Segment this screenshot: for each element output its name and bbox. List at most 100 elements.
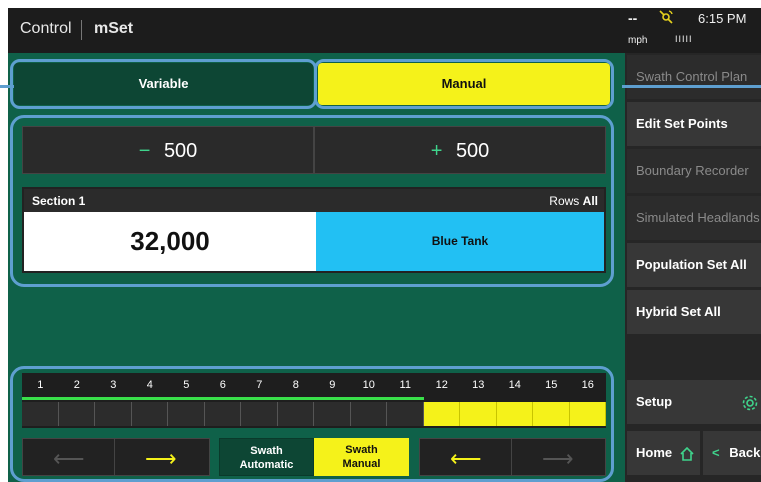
callout-line-right	[622, 85, 761, 88]
section-active-indicator	[350, 397, 387, 400]
swath-automatic-button[interactable]: Swath Automatic	[219, 438, 314, 476]
section-toggle[interactable]	[350, 402, 387, 426]
section-card: Section 1 Rows All 32,000 Blue Tank	[22, 187, 606, 273]
variable-tab[interactable]: Variable	[14, 63, 313, 105]
section-toggle[interactable]	[496, 402, 533, 426]
section-number: 7	[256, 379, 263, 391]
section-toggle[interactable]	[204, 402, 241, 426]
signal-strength: IIIII	[675, 34, 693, 44]
section-number: 5	[183, 379, 190, 391]
section-toggle[interactable]	[387, 402, 424, 426]
back-label: Back	[729, 445, 761, 460]
section-rate-field[interactable]: 32,000	[24, 212, 316, 271]
breadcrumb-divider	[81, 20, 82, 40]
left-arrow-icon: ⟵	[450, 446, 482, 471]
section-number: 10	[362, 379, 375, 391]
swath-manual-line1: Swath	[345, 444, 378, 456]
section-number: 4	[146, 379, 153, 391]
rows-indicator: Rows All	[549, 194, 598, 208]
speed-value: --	[628, 10, 638, 26]
section-number: 16	[581, 379, 594, 391]
shift-left-right-side-button[interactable]: ⟵	[419, 438, 515, 476]
section-active-indicator	[204, 397, 241, 400]
section-number: 11	[399, 379, 411, 391]
shift-left-button[interactable]: ⟵	[22, 438, 118, 476]
section-number: 1	[37, 379, 44, 391]
section-toggle[interactable]	[423, 402, 460, 426]
decrease-amount: 500	[163, 140, 198, 162]
sidebar-item-simulated-headlands[interactable]: Simulated Headlands	[627, 196, 761, 240]
section-toggle[interactable]	[58, 402, 95, 426]
increase-amount: 500	[455, 140, 490, 162]
setup-label: Setup	[636, 394, 673, 409]
section-number: 8	[292, 379, 299, 391]
main-panel: Variable Manual − 500 + 500 Section 1 Ro…	[8, 53, 625, 482]
section-active-indicator	[95, 397, 132, 400]
plus-icon: +	[430, 140, 443, 162]
speed-unit: mph	[628, 35, 648, 46]
section-toggle[interactable]	[95, 402, 132, 426]
manual-tab[interactable]: Manual	[318, 63, 610, 105]
section-number: 9	[329, 379, 336, 391]
section-number: 2	[73, 379, 80, 391]
section-toggle[interactable]	[569, 402, 606, 426]
shift-right-right-side-button[interactable]: ⟶	[511, 438, 606, 476]
home-icon	[680, 445, 694, 461]
swath-automatic-line1: Swath	[250, 445, 283, 457]
setup-button[interactable]: Setup	[627, 380, 761, 424]
section-toggle[interactable]	[131, 402, 168, 426]
sidebar-item-boundary-recorder[interactable]: Boundary Recorder	[627, 149, 761, 193]
section-active-indicator	[58, 397, 95, 400]
gear-icon	[741, 380, 759, 424]
section-active-indicator	[168, 397, 205, 400]
breadcrumb-control[interactable]: Control	[20, 20, 72, 38]
callout-line-left	[0, 85, 14, 88]
section-toggle[interactable]	[460, 402, 497, 426]
section-number: 6	[219, 379, 226, 391]
product-tank-button[interactable]: Blue Tank	[316, 212, 604, 271]
left-arrow-icon: ⟵	[53, 446, 85, 471]
satellite-icon	[658, 9, 674, 30]
swath-automatic-line2: Automatic	[239, 459, 294, 471]
section-toggle[interactable]	[168, 402, 205, 426]
right-sidebar: Swath Control Plan Edit Set Points Bound…	[625, 53, 761, 482]
section-toggle[interactable]	[22, 402, 59, 426]
shift-right-button[interactable]: ⟶	[114, 438, 210, 476]
section-name: Section 1	[32, 194, 86, 208]
decrease-rate-button[interactable]: − 500	[22, 126, 314, 174]
section-number: 13	[472, 379, 485, 391]
section-number: 3	[110, 379, 117, 391]
section-active-indicator	[314, 397, 351, 400]
right-arrow-icon: ⟶	[145, 446, 177, 471]
section-number: 15	[545, 379, 558, 391]
section-active-indicator	[22, 397, 59, 400]
sidebar-item-hybrid-set-all[interactable]: Hybrid Set All	[627, 290, 761, 334]
swath-manual-line2: Manual	[342, 458, 381, 470]
minus-icon: −	[138, 140, 151, 162]
section-active-indicator	[131, 397, 168, 400]
section-toggle[interactable]	[277, 402, 314, 426]
section-number: 12	[435, 379, 448, 391]
right-arrow-icon: ⟶	[542, 446, 574, 471]
clock: 6:15 PM	[698, 11, 747, 26]
section-toggle[interactable]	[241, 402, 278, 426]
sidebar-item-population-set-all[interactable]: Population Set All	[627, 243, 761, 287]
swath-manual-button[interactable]: Swath Manual	[314, 438, 409, 476]
rows-label: Rows	[549, 194, 580, 208]
page-title: mSet	[94, 20, 134, 37]
section-toggle[interactable]	[533, 402, 570, 426]
section-active-indicator	[277, 397, 314, 400]
home-label: Home	[636, 445, 673, 460]
sidebar-item-swath-control-plan[interactable]: Swath Control Plan	[627, 55, 761, 99]
back-button[interactable]: < Back	[703, 431, 761, 475]
section-status-strip: 1 2 3 4 5 6 7 8 9 10 11 12 13 14 15 16	[22, 373, 606, 428]
increase-rate-button[interactable]: + 500	[314, 126, 606, 174]
sidebar-item-edit-set-points[interactable]: Edit Set Points	[627, 102, 761, 146]
section-active-indicator	[387, 397, 424, 400]
rows-value: All	[582, 194, 598, 208]
section-toggle[interactable]	[314, 402, 351, 426]
section-active-indicator	[241, 397, 278, 400]
top-bar: Control mSet -- mph IIIII 6:15 PM	[8, 8, 761, 53]
display-screen: Control mSet -- mph IIIII 6:15 PM Variab…	[8, 8, 761, 482]
home-button[interactable]: Home	[627, 431, 700, 475]
